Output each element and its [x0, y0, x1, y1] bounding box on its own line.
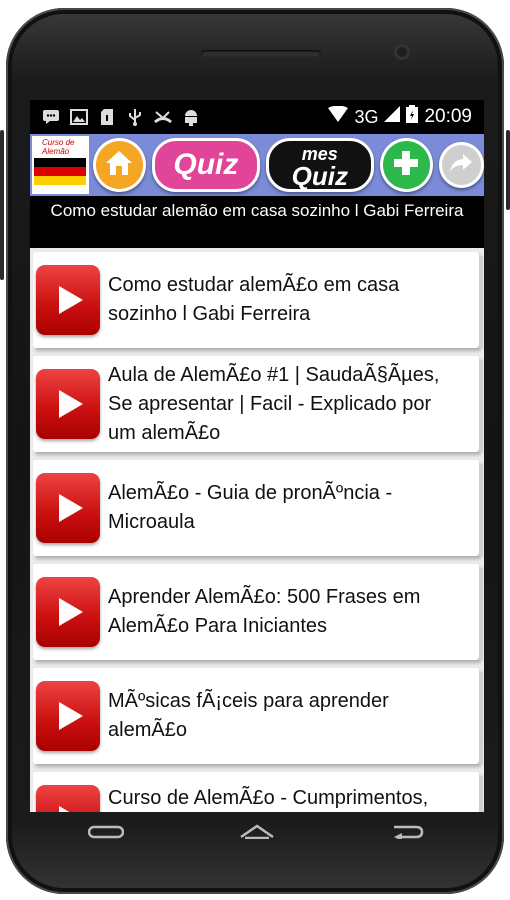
mes-quiz-button[interactable]: mes Quiz	[265, 138, 374, 192]
page-title: Como estudar alemão em casa sozinho l Ga…	[30, 196, 484, 248]
share-arrow-icon	[449, 152, 473, 179]
clock: 20:09	[424, 106, 472, 127]
battery-icon	[406, 105, 419, 129]
play-icon	[36, 369, 100, 439]
power-button	[506, 130, 510, 210]
add-button[interactable]	[379, 138, 433, 192]
usb-icon	[126, 108, 144, 126]
share-button[interactable]	[438, 142, 484, 188]
quiz-label: Quiz	[173, 148, 239, 181]
video-title: MÃºsicas fÃ¡ceis para aprender alemÃ£o	[108, 690, 389, 741]
volume-button	[0, 130, 4, 280]
recent-apps-icon[interactable]	[388, 819, 428, 845]
play-icon	[36, 265, 100, 335]
image-icon	[70, 108, 88, 126]
android-debug-icon	[182, 108, 200, 126]
signal-icon	[384, 106, 401, 128]
list-item[interactable]: Como estudar alemÃ£o em casa sozinho l G…	[33, 252, 483, 348]
message-icon	[42, 108, 60, 126]
screen: 3G 20:09 Curso de Alemão Quiz mes Quiz C…	[30, 100, 484, 812]
sd-card-icon	[98, 108, 116, 126]
logo-text: Curso de Alemão	[42, 138, 75, 156]
flag-red-stripe	[34, 167, 86, 176]
list-item[interactable]: AlemÃ£o - Guia de pronÃºncia - Microaula	[33, 460, 483, 556]
app-toolbar: Curso de Alemão Quiz mes Quiz	[30, 134, 484, 196]
earpiece	[201, 50, 321, 57]
play-icon	[36, 681, 100, 751]
play-icon	[36, 473, 100, 543]
video-title: AlemÃ£o - Guia de pronÃºncia - Microaula	[108, 482, 393, 533]
list-item[interactable]: Aula de AlemÃ£o #1 | SaudaÃ§Ãµes, Se apr…	[33, 356, 483, 452]
play-icon	[36, 785, 100, 812]
list-item[interactable]: Aprender AlemÃ£o: 500 Frases em AlemÃ£o …	[33, 564, 483, 660]
hardware-nav-bar	[30, 812, 484, 852]
video-title: Curso de AlemÃ£o - Cumprimentos,	[108, 787, 429, 809]
network-type: 3G	[354, 106, 379, 127]
home-icon	[104, 149, 134, 182]
video-title: Aula de AlemÃ£o #1 | SaudaÃ§Ãµes, Se apr…	[108, 363, 440, 444]
app-logo[interactable]: Curso de Alemão	[32, 136, 89, 194]
status-bar: 3G 20:09	[30, 100, 484, 134]
video-list: Como estudar alemÃ£o em casa sozinho l G…	[30, 248, 484, 812]
video-title: Aprender AlemÃ£o: 500 Frases em AlemÃ£o …	[108, 586, 421, 637]
flag-gold-stripe	[34, 176, 86, 185]
mes-quiz-label: Quiz	[291, 161, 348, 191]
play-icon	[36, 577, 100, 647]
home-icon[interactable]	[237, 819, 277, 845]
wifi-icon	[328, 105, 349, 128]
home-button[interactable]	[92, 138, 146, 192]
flag-black-stripe	[34, 158, 86, 167]
missed-call-icon	[154, 108, 172, 126]
video-title: Como estudar alemÃ£o em casa sozinho l G…	[108, 274, 400, 325]
quiz-button[interactable]: Quiz	[151, 138, 260, 192]
back-icon[interactable]	[86, 819, 126, 845]
front-camera	[394, 44, 410, 60]
plus-icon	[392, 149, 420, 182]
list-item[interactable]: Curso de AlemÃ£o - Cumprimentos,	[33, 772, 483, 812]
list-item[interactable]: MÃºsicas fÃ¡ceis para aprender alemÃ£o	[33, 668, 483, 764]
